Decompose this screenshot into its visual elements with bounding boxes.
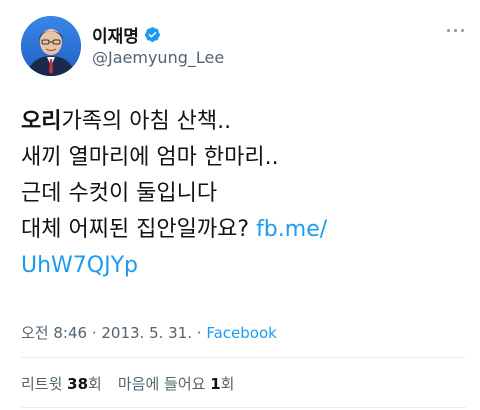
retweets-unit: 회	[88, 375, 102, 393]
user-handle[interactable]: @Jaemyung_Lee	[92, 48, 224, 67]
tweet-line-3: 근데 수컷이 둘입니다	[21, 181, 218, 206]
tweet-stats: 리트윗 38회 마음에 들어요 1회	[21, 373, 234, 394]
more-dot	[454, 28, 457, 32]
retweets-count: 38	[67, 375, 89, 393]
likes-unit: 회	[220, 375, 235, 393]
tweet-source-link[interactable]: Facebook	[206, 324, 276, 342]
tweet-date[interactable]: 2013. 5. 31.	[101, 324, 192, 342]
more-dot	[447, 28, 450, 32]
tweet-line-1: 오리가족의 아침 산책..	[21, 104, 466, 140]
tweet-bold-word: 오리	[21, 109, 62, 134]
tweet-text: 오리가족의 아침 산책.. 새끼 열마리에 엄마 한마리.. 근데 수컷이 둘입…	[21, 104, 466, 284]
verified-badge-icon	[144, 27, 160, 42]
meta-separator: ·	[192, 324, 207, 342]
tweet-line-5: UhW7QJYp	[21, 248, 466, 284]
tweet-line-4: 대체 어찌된 집안일까요? fb.me/	[21, 212, 466, 248]
likes-count: 1	[210, 375, 221, 393]
divider	[21, 357, 466, 358]
tweet-line-2: 새끼 열마리에 엄마 한마리..	[21, 145, 279, 170]
likes-stat[interactable]: 마음에 들어요 1회	[118, 375, 235, 393]
retweets-stat[interactable]: 리트윗 38회	[21, 375, 102, 393]
meta-separator: ·	[87, 324, 102, 342]
retweets-label: 리트윗	[21, 375, 68, 393]
divider	[21, 407, 466, 408]
tweet-meta: 오전 8:46 · 2013. 5. 31. · Facebook	[21, 322, 277, 343]
tweet-line-1-rest: 가족의 아침 산책..	[61, 109, 232, 134]
tweet-link-part-2[interactable]: UhW7QJYp	[21, 253, 138, 278]
tweet-time[interactable]: 오전 8:46	[21, 324, 87, 342]
avatar-photo	[21, 16, 81, 76]
more-options-icon[interactable]	[440, 26, 464, 34]
avatar[interactable]	[21, 16, 81, 76]
tweet-link-part-1[interactable]: fb.me/	[256, 217, 327, 242]
tweet-card: 이재명 @Jaemyung_Lee 오리가족의 아침 산책.. 새끼 열마리에 …	[0, 0, 480, 410]
tweet-line-4-text: 대체 어찌된 집안일까요?	[21, 217, 257, 242]
user-name[interactable]: 이재명	[92, 22, 139, 47]
user-name-row[interactable]: 이재명	[92, 22, 161, 47]
likes-label: 마음에 들어요	[117, 375, 211, 393]
more-dot	[461, 28, 464, 32]
